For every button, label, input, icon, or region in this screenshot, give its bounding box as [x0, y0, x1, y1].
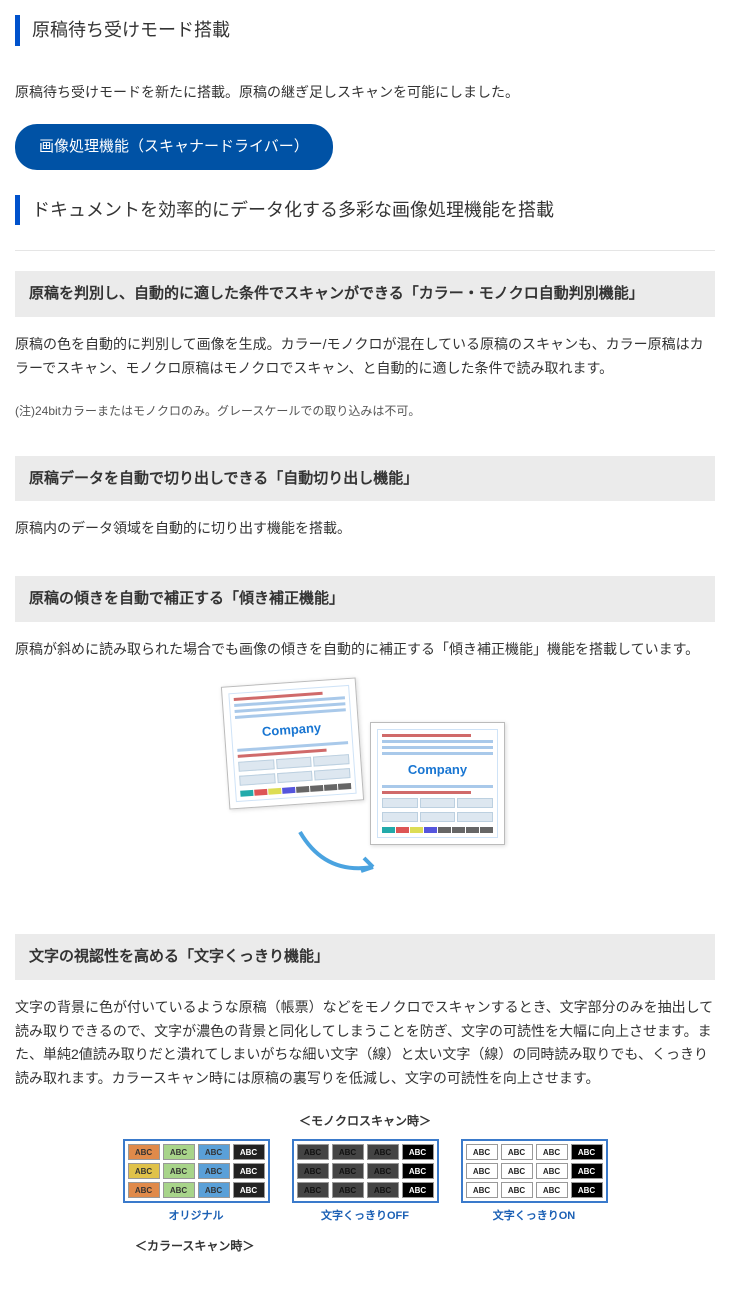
doc-company-label: Company	[235, 715, 347, 745]
deskew-illustration: Company Company	[15, 682, 715, 900]
text-deskew: 原稿が斜めに読み取られた場合でも画像の傾きを自動的に補正する「傾き補正機能」機能…	[15, 638, 715, 662]
text-standby-mode: 原稿待ち受けモードを新たに搭載。原稿の継ぎ足しスキャンを可能にしました。	[15, 81, 715, 105]
clarity-cell: ABC	[198, 1144, 230, 1160]
clarity-cell: ABC	[466, 1182, 498, 1198]
caption-off: 文字くっきりOFF	[292, 1207, 439, 1226]
clarity-cell: ABC	[402, 1182, 434, 1198]
clarity-cell: ABC	[571, 1163, 603, 1179]
clarity-cell: ABC	[466, 1163, 498, 1179]
clarity-cell: ABC	[536, 1144, 568, 1160]
clarity-cell: ABC	[466, 1144, 498, 1160]
clarity-cell: ABC	[163, 1163, 195, 1179]
deskew-after-card: Company	[370, 722, 505, 845]
clarity-cell: ABC	[163, 1144, 195, 1160]
clarity-cell: ABC	[367, 1144, 399, 1160]
clarity-cell: ABC	[163, 1182, 195, 1198]
clarity-comparison-row: ABCABCABCABCABCABCABCABCABCABCABCABC オリジ…	[15, 1139, 715, 1226]
clarity-cell: ABC	[233, 1182, 265, 1198]
clarity-cell: ABC	[332, 1144, 364, 1160]
clarity-cell: ABC	[198, 1182, 230, 1198]
clarity-cell: ABC	[233, 1163, 265, 1179]
clarity-cell: ABC	[128, 1182, 160, 1198]
heading-image-processing: ドキュメントを効率的にデータ化する多彩な画像処理機能を搭載	[15, 195, 715, 226]
clarity-cell: ABC	[501, 1182, 533, 1198]
clarity-cell: ABC	[297, 1182, 329, 1198]
clarity-cell: ABC	[128, 1144, 160, 1160]
heading-deskew: 原稿の傾きを自動で補正する「傾き補正機能」	[15, 576, 715, 622]
heading-auto-color-mono: 原稿を判別し、自動的に適した条件でスキャンができる「カラー・モノクロ自動判別機能…	[15, 271, 715, 317]
clarity-cell: ABC	[128, 1163, 160, 1179]
clarity-grid-on: ABCABCABCABCABCABCABCABCABCABCABCABC	[461, 1139, 608, 1203]
clarity-grid-off: ABCABCABCABCABCABCABCABCABCABCABCABC	[292, 1139, 439, 1203]
deskew-arrow-icon	[295, 827, 385, 877]
clarity-cell: ABC	[297, 1163, 329, 1179]
text-clarity-body: 文字の背景に色が付いているような原稿（帳票）などをモノクロでスキャンするとき、文…	[15, 996, 715, 1091]
text-auto-color-mono: 原稿の色を自動的に判別して画像を生成。カラー/モノクロが混在している原稿のスキャ…	[15, 333, 715, 381]
clarity-cell: ABC	[402, 1144, 434, 1160]
clarity-cell: ABC	[233, 1144, 265, 1160]
clarity-cell: ABC	[297, 1144, 329, 1160]
heading-auto-crop: 原稿データを自動で切り出しできる「自動切り出し機能」	[15, 456, 715, 502]
subhead-mono-scan: ＜モノクロスキャン時＞	[15, 1111, 715, 1131]
clarity-cell: ABC	[501, 1163, 533, 1179]
clarity-cell: ABC	[536, 1163, 568, 1179]
clarity-cell: ABC	[198, 1163, 230, 1179]
text-auto-crop: 原稿内のデータ領域を自動的に切り出す機能を搭載。	[15, 517, 715, 541]
image-processing-pill[interactable]: 画像処理機能（スキャナードライバー）	[15, 124, 333, 170]
clarity-cell: ABC	[536, 1182, 568, 1198]
clarity-cell: ABC	[332, 1182, 364, 1198]
clarity-cell: ABC	[402, 1163, 434, 1179]
heading-standby-mode: 原稿待ち受けモード搭載	[15, 15, 715, 46]
clarity-cell: ABC	[571, 1144, 603, 1160]
divider	[15, 250, 715, 251]
heading-text-clarity: 文字の視認性を高める「文字くっきり機能」	[15, 934, 715, 980]
note-auto-color-mono: (注)24bitカラーまたはモノクロのみ。グレースケールでの取り込みは不可。	[15, 401, 715, 421]
clarity-cell: ABC	[571, 1182, 603, 1198]
subhead-color-scan: ＜カラースキャン時＞	[135, 1236, 715, 1256]
clarity-cell: ABC	[501, 1144, 533, 1160]
clarity-cell: ABC	[367, 1163, 399, 1179]
clarity-cell: ABC	[367, 1182, 399, 1198]
caption-on: 文字くっきりON	[461, 1207, 608, 1226]
doc-company-label: Company	[382, 759, 493, 781]
deskew-before-card: Company	[221, 677, 364, 809]
clarity-grid-original: ABCABCABCABCABCABCABCABCABCABCABCABC	[123, 1139, 270, 1203]
caption-original: オリジナル	[123, 1207, 270, 1226]
clarity-cell: ABC	[332, 1163, 364, 1179]
